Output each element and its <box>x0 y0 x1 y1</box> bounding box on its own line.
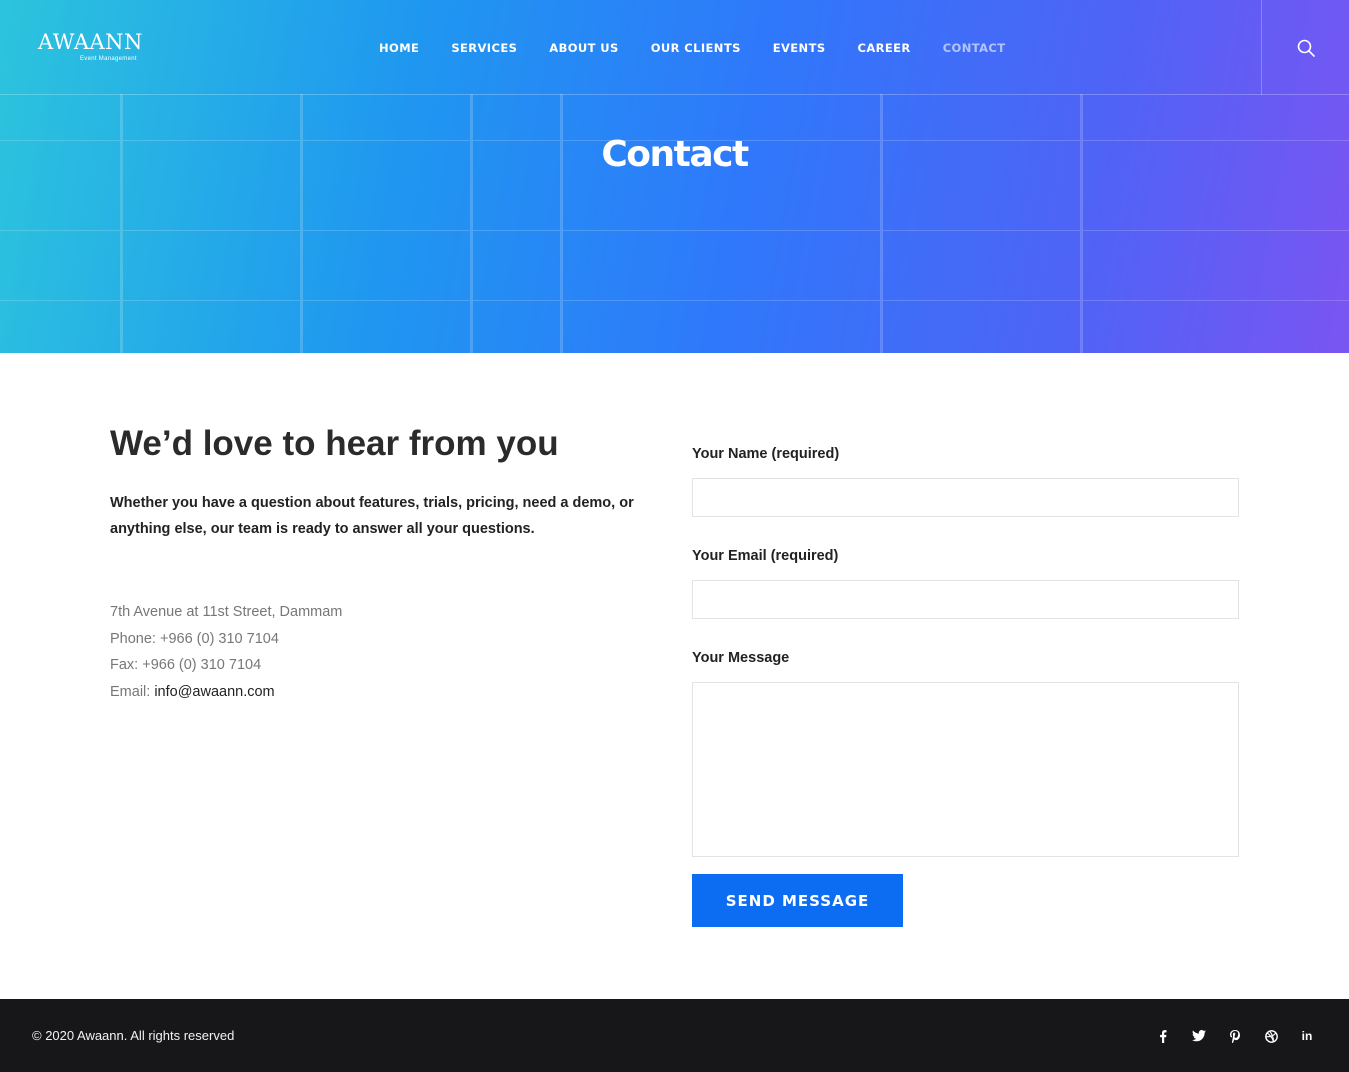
contact-form: Your Name (required) Your Email (require… <box>692 446 1239 857</box>
pinterest-icon[interactable] <box>1217 1026 1253 1046</box>
nav-item-services[interactable]: SERVICES <box>451 41 517 55</box>
copyright-text: © 2020 Awaann. All rights reserved <box>32 1028 235 1043</box>
nav-item-about-us[interactable]: ABOUT US <box>549 41 618 55</box>
nav-item-career[interactable]: CAREER <box>858 41 911 55</box>
contact-details: 7th Avenue at 11st Street, Dammam Phone:… <box>110 599 640 705</box>
facebook-icon[interactable] <box>1145 1026 1181 1046</box>
nav-item-home[interactable]: HOME <box>379 41 419 55</box>
twitter-icon[interactable] <box>1181 1026 1217 1046</box>
contact-info-section: We’d love to hear from you Whether you h… <box>110 424 640 705</box>
section-heading: We’d love to hear from you <box>110 424 559 463</box>
intro-text: Whether you have a question about featur… <box>110 495 634 537</box>
email-label: Your Email (required) <box>692 548 839 564</box>
logo-wordmark: AWAANN <box>38 30 143 54</box>
message-label: Your Message <box>692 650 790 666</box>
name-label: Your Name (required) <box>692 446 840 462</box>
email-label: Email: <box>110 683 155 700</box>
main-nav: HOME SERVICES ABOUT US OUR CLIENTS EVENT… <box>379 41 1037 55</box>
name-field[interactable] <box>692 478 1239 517</box>
address-line: 7th Avenue at 11st Street, Dammam <box>110 604 343 620</box>
phone-line: Phone: +966 (0) 310 7104 <box>110 630 279 647</box>
site-footer: © 2020 Awaann. All rights reserved in <box>0 999 1349 1072</box>
linkedin-icon-text: in <box>1301 1029 1313 1043</box>
email-field[interactable] <box>692 580 1239 619</box>
message-field[interactable] <box>692 682 1239 857</box>
linkedin-icon[interactable]: in <box>1289 1026 1325 1046</box>
site-header: AWAANN Event Management HOME SERVICES AB… <box>0 0 1349 95</box>
search-button[interactable] <box>1261 0 1349 95</box>
search-icon <box>1297 39 1315 57</box>
site-logo[interactable]: AWAANN Event Management <box>38 28 154 66</box>
hero-banner: AWAANN Event Management HOME SERVICES AB… <box>0 0 1349 353</box>
email-line: Email: info@awaann.com <box>110 679 640 706</box>
email-link[interactable]: info@awaann.com <box>154 684 274 700</box>
logo-tagline: Event Management <box>80 56 137 62</box>
send-message-button[interactable]: SEND MESSAGE <box>692 874 903 927</box>
dribbble-icon[interactable] <box>1253 1026 1289 1046</box>
nav-item-events[interactable]: EVENTS <box>773 41 826 55</box>
page-title: Contact <box>601 134 749 175</box>
nav-item-contact[interactable]: CONTACT <box>943 41 1006 55</box>
nav-item-our-clients[interactable]: OUR CLIENTS <box>651 41 741 55</box>
social-links: in <box>1145 1026 1325 1046</box>
fax-line: Fax: +966 (0) 310 7104 <box>110 657 262 673</box>
